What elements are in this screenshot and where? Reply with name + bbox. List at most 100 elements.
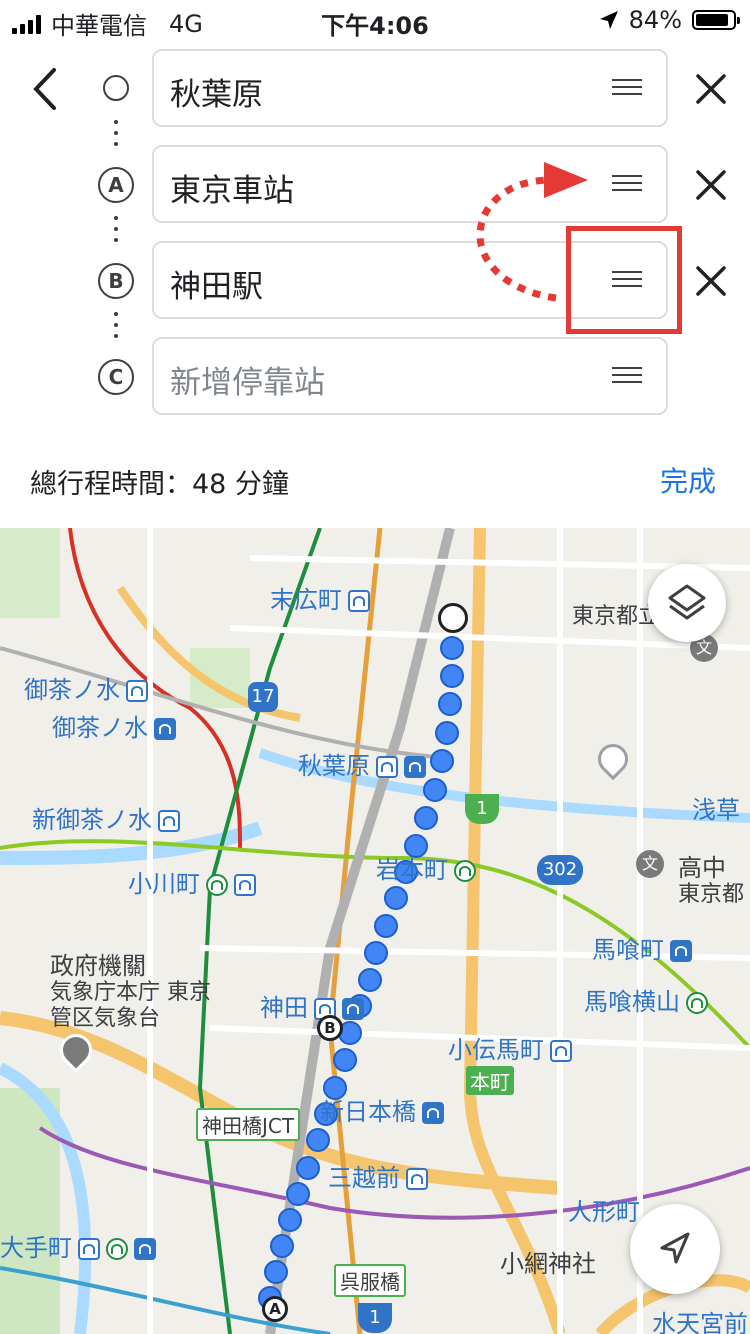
map-label-otemachi: 大手町 (0, 1228, 156, 1263)
train-icon (134, 1238, 156, 1260)
close-icon (696, 74, 726, 104)
stop-a-value: 東京車站 (170, 173, 294, 209)
route-dot (333, 1048, 357, 1072)
map-label-suehirocho: 末広町 (270, 580, 370, 615)
route-dot (306, 1128, 330, 1152)
map-view[interactable]: 17 1 302 1 末広町 御茶ノ水 御茶ノ水 秋葉原 新御茶ノ水 小川町 岩… (0, 528, 750, 1334)
layers-button[interactable] (648, 564, 726, 642)
route-dot (423, 778, 447, 802)
map-label-mitsukoshimae: 三越前 (328, 1158, 428, 1193)
map-label-iwamotocho: 岩本町 (376, 850, 476, 885)
stop-marker-a: A (98, 167, 134, 203)
route-marker-a: A (262, 1296, 288, 1322)
my-location-button[interactable] (630, 1204, 720, 1294)
remove-stop-b-button[interactable] (688, 258, 734, 304)
back-button[interactable] (22, 62, 72, 116)
metro-icon (406, 1168, 428, 1190)
done-button[interactable]: 完成 (660, 460, 716, 500)
layers-icon (668, 584, 706, 620)
metro-icon (158, 810, 180, 832)
close-icon (696, 170, 726, 200)
route-dot (430, 749, 454, 773)
connector-dots (113, 120, 119, 153)
status-bar: 中華電信 4G 下午4:06 84% (0, 0, 750, 40)
map-label-ochanomizu-metro: 御茶ノ水 (24, 670, 148, 705)
chevron-left-icon (33, 68, 56, 110)
stop-field-c[interactable]: 新增停靠站 (152, 337, 668, 415)
map-label-koami-jinja: 小網神社 (500, 1250, 596, 1278)
map-label-tokyo-to: 東京都 (678, 882, 745, 907)
route-dot (440, 636, 464, 660)
train-icon (154, 718, 176, 740)
drag-handle-icon[interactable] (612, 79, 642, 97)
train-icon (670, 940, 692, 962)
route-dot (364, 941, 388, 965)
map-label-gofukubashi: 呉服橋 (334, 1264, 406, 1297)
map-label-tokyo-toritsu: 東京都立 (572, 604, 661, 629)
map-label-asakusa: 浅草 (692, 796, 740, 824)
route-start-marker (438, 603, 468, 633)
toei-icon (454, 860, 476, 882)
add-stop-placeholder: 新增停靠站 (170, 365, 325, 401)
route-1-shield: 1 (465, 794, 499, 824)
stop-marker-c: C (98, 359, 134, 395)
remove-stop-a-button[interactable] (688, 162, 734, 208)
total-trip-time: 總行程時間：48 分鐘 (30, 469, 289, 500)
metro-icon (234, 874, 256, 896)
school-icon: 文 (636, 850, 664, 878)
route-dot (440, 664, 464, 688)
metro-icon (348, 590, 370, 612)
route-dot (414, 806, 438, 830)
toei-icon (106, 1238, 128, 1260)
origin-field[interactable]: 秋葉原 (152, 49, 668, 127)
toei-icon (206, 874, 228, 896)
close-icon (696, 266, 726, 296)
connector-dots (113, 216, 119, 249)
route-dot (438, 692, 462, 716)
map-label-shin-ochanomizu: 新御茶ノ水 (32, 800, 180, 835)
route-dot (286, 1182, 310, 1206)
route-dot (435, 721, 459, 745)
metro-icon (126, 680, 148, 702)
curved-arrow-annotation (476, 162, 588, 302)
route-dot (296, 1156, 320, 1180)
toei-icon (686, 992, 708, 1014)
stop-marker-b: B (98, 263, 134, 299)
route-302-shield: 302 (537, 855, 583, 885)
battery-icon (692, 10, 740, 30)
navigation-arrow-icon (660, 1232, 690, 1264)
location-arrow-icon (599, 11, 618, 29)
remove-origin-button[interactable] (688, 66, 734, 112)
map-label-kandabashi-jct: 神田橋JCT (196, 1108, 301, 1141)
map-label-shin-nihombashi: 新日本橋 (320, 1092, 444, 1127)
train-icon (404, 756, 426, 778)
map-label-bakurocho: 馬喰町 (592, 930, 692, 965)
route-dot (278, 1208, 302, 1232)
origin-value: 秋葉原 (170, 77, 263, 113)
map-label-honcho: 本町 (466, 1066, 514, 1095)
drag-handle-icon[interactable] (612, 175, 642, 193)
route-1-shield: 1 (358, 1303, 392, 1333)
map-label-suitengumae: 水天宮前 (652, 1310, 748, 1334)
map-label-akihabara: 秋葉原 (298, 746, 426, 781)
map-label-kodenmacho: 小伝馬町 (448, 1030, 572, 1065)
route-dot (264, 1260, 288, 1284)
map-label-kanda: 神田 (260, 988, 364, 1023)
map-label-ogawamachi: 小川町 (128, 864, 256, 899)
map-label-ochanomizu-jr: 御茶ノ水 (52, 708, 176, 743)
connector-dots (113, 312, 119, 345)
route-dot (374, 914, 398, 938)
route-dot (384, 886, 408, 910)
metro-icon (550, 1040, 572, 1062)
battery-percent: 84% (628, 6, 682, 34)
metro-icon (78, 1238, 100, 1260)
metro-icon (376, 756, 398, 778)
map-label-bakuro-yokoyama: 馬喰横山 (584, 982, 708, 1017)
route-17-shield: 17 (248, 682, 278, 712)
route-dot (270, 1234, 294, 1258)
drag-handle-icon[interactable] (612, 367, 642, 385)
train-icon (342, 998, 364, 1020)
origin-marker (103, 75, 129, 101)
stop-b-value: 神田駅 (170, 269, 263, 305)
train-icon (422, 1102, 444, 1124)
